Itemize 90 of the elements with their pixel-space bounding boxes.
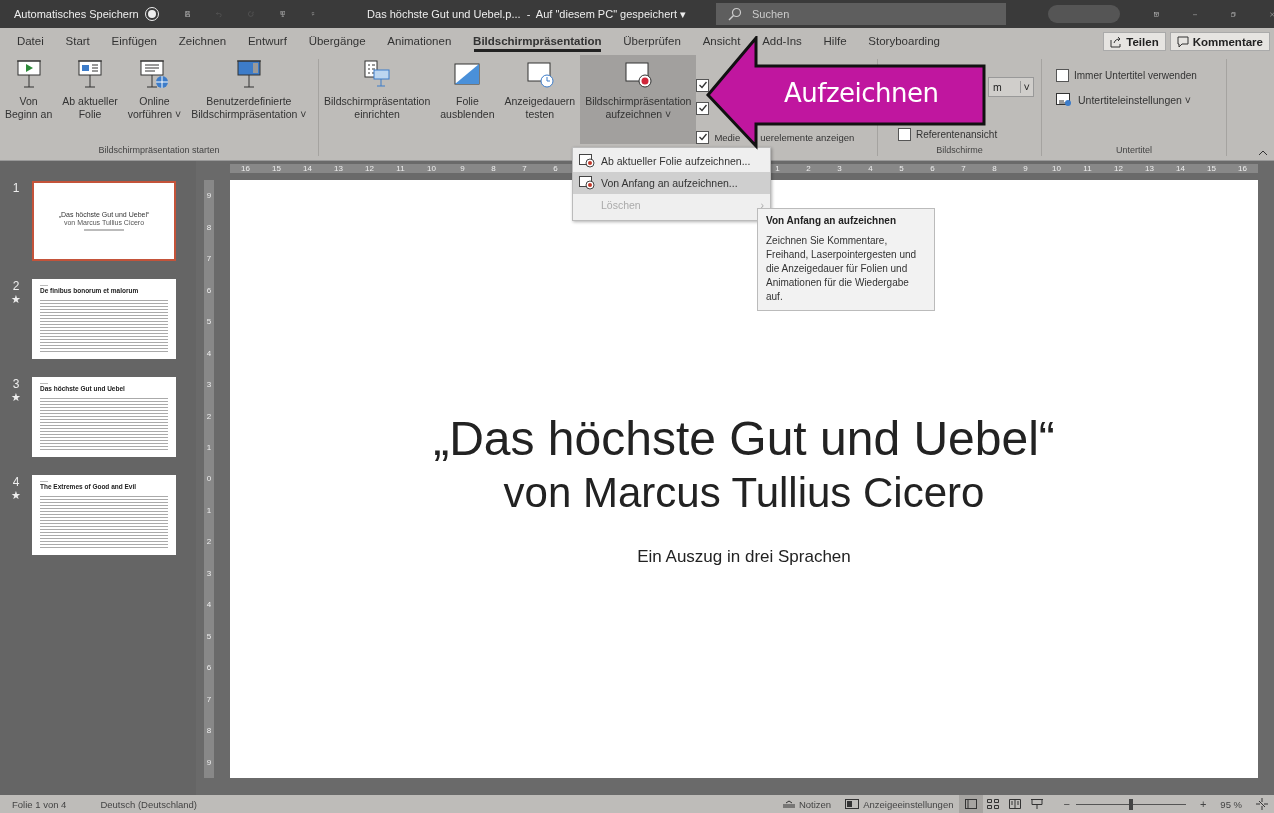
caption-settings-icon (1056, 93, 1072, 107)
thumbnail-text-line (40, 481, 48, 482)
ribbon-tab[interactable]: Animationen (387, 34, 452, 49)
checkbox[interactable] (696, 78, 710, 92)
group-label: Untertitel (1115, 145, 1153, 156)
thumbnail-text-line (40, 383, 48, 384)
group-label: Bildschirme (935, 145, 984, 156)
display-settings-button[interactable]: Anzeigeeinstellungen (845, 798, 954, 810)
ribbon-button[interactable]: Benutzerdefinierte Bildschirmpräsentation ˅ (186, 59, 312, 141)
slide-info: Folie 1 von 4 (12, 798, 67, 810)
fit-to-window-icon[interactable] (1256, 798, 1268, 810)
slide-number: 4 (12, 475, 20, 489)
ribbon-button[interactable]: Folie ausblenden (435, 59, 500, 141)
zoom-level[interactable]: 95 % (1220, 798, 1242, 810)
animation-star-icon: ★ (11, 391, 21, 404)
language-indicator[interactable]: Deutsch (Deutschland) (100, 798, 198, 810)
ribbon-tab[interactable]: Hilfe (823, 34, 847, 49)
online-screen-icon (139, 59, 170, 89)
play-screen-icon (15, 59, 42, 89)
thumbnail-text-line (40, 285, 48, 286)
notes-icon (782, 800, 795, 808)
grid-view-icon (987, 799, 1000, 809)
share-button[interactable]: Teilen (1103, 32, 1166, 51)
checkbox[interactable] (696, 101, 710, 115)
screen-view-icon (1031, 799, 1044, 809)
account-area (1048, 5, 1120, 23)
ribbon-button[interactable]: Bildschirmpräsentation einrichten (319, 59, 436, 141)
ribbon-tab[interactable]: Entwurf (247, 34, 287, 49)
ribbon-button[interactable]: Anzeigedauern testen (499, 59, 581, 141)
checkbox-label: Medie (714, 131, 741, 143)
checkbox[interactable] (696, 130, 710, 144)
animation-star-icon: ★ (11, 293, 21, 306)
callout-label: Aufzeichnen (784, 78, 939, 108)
ribbon-tab[interactable]: Bildschirmpräsentation (473, 34, 602, 49)
ribbon-button[interactable]: Ab aktueller Folie (57, 59, 123, 141)
ribbon-button[interactable]: Online vorführen ˅ (122, 59, 187, 141)
notes-button[interactable]: Notizen (782, 798, 832, 810)
tooltip-title: Von Anfang an aufzeichnen (766, 215, 897, 226)
checkbox[interactable] (898, 127, 911, 141)
ribbon-tab[interactable]: Einfügen (111, 34, 157, 49)
comments-button[interactable]: Kommentare (1169, 32, 1270, 51)
checkbox-label: uerelemente anzeigen (760, 131, 855, 143)
zoom-slider-thumb[interactable] (1128, 798, 1133, 810)
ribbon-tab[interactable]: Überprüfen (623, 34, 681, 49)
view-button[interactable] (959, 795, 984, 813)
document-title: Das höchste Gut und Uebel.p... - Auf "diesem PC" gespeichert ▾ (367, 7, 687, 21)
ribbon-tab[interactable]: Zeichnen (178, 34, 227, 49)
normal-view-icon (965, 799, 978, 809)
checkbox[interactable] (1056, 68, 1069, 82)
slide-number: 1 (12, 181, 20, 195)
ribbon-tab[interactable]: Übergänge (308, 34, 366, 49)
book-view-icon (1009, 799, 1022, 809)
ribbon-tab[interactable]: Start (65, 34, 90, 49)
timer-screen-icon (524, 59, 555, 89)
monitor-dropdown[interactable]: m ˅ (988, 77, 1034, 97)
vertical-ruler: 9 8 7 6 5 4 3 2 1 0 1 2 3 4 5 6 7 8 9 (204, 180, 214, 778)
custom-screen-icon (235, 59, 262, 89)
setup-screen-icon (362, 59, 393, 89)
caption-settings-button[interactable]: Untertiteleinstellungen ˅ (1056, 93, 1191, 107)
record-icon (579, 154, 595, 168)
share-icon (1110, 35, 1123, 48)
autosave-label: Automatisches Speichern (14, 8, 139, 20)
record-screen-icon (623, 59, 654, 89)
ribbon-button[interactable]: Bildschirmpräsentation aufzeichnen ˅ (580, 55, 697, 144)
slide-number: 3 (12, 377, 20, 391)
search-field[interactable]: Suchen (716, 3, 1007, 25)
menu-item[interactable]: Von Anfang an aufzeichnen... (573, 172, 770, 194)
zoom-in-button[interactable]: + (1199, 798, 1207, 810)
slide-title: „Das höchste Gut und Uebel“ (433, 411, 1055, 467)
slide-number: 2 (12, 279, 20, 293)
ribbon-tab[interactable]: Add-Ins (762, 34, 802, 49)
slide-tagline: Ein Auszug in drei Sprachen (637, 547, 851, 567)
ribbon-tab[interactable]: Datei (16, 34, 44, 49)
ribbon-button[interactable]: Von Beginn an (0, 59, 58, 141)
record-icon (579, 176, 595, 190)
zoom-out-button[interactable]: − (1063, 798, 1070, 810)
group-label: Bildschirmpräsentation starten (97, 145, 221, 156)
thumbnail-text-line (84, 229, 124, 231)
comment-icon (1176, 35, 1189, 48)
collapse-ribbon-icon[interactable] (1258, 150, 1268, 156)
slide-screen-icon (77, 59, 103, 89)
checkbox-label: Immer Untertitel verwenden (1074, 69, 1197, 81)
slide-subtitle: von Marcus Tullius Cicero (503, 468, 985, 518)
checkbox-label: Referentenansicht (916, 128, 998, 140)
ribbon-tab[interactable]: Storyboarding (868, 34, 940, 49)
ribbon-tab[interactable]: Ansicht (702, 34, 741, 49)
submenu-arrow-icon: › (760, 199, 764, 211)
animation-star-icon: ★ (11, 489, 21, 502)
tooltip-text: Zeichnen Sie Kommentare, Freihand, Laserpointergesten und die Anzeigedauer für Folien und Animationen für die Wiedergabe auf. (766, 234, 918, 304)
display-settings-icon (845, 799, 860, 809)
